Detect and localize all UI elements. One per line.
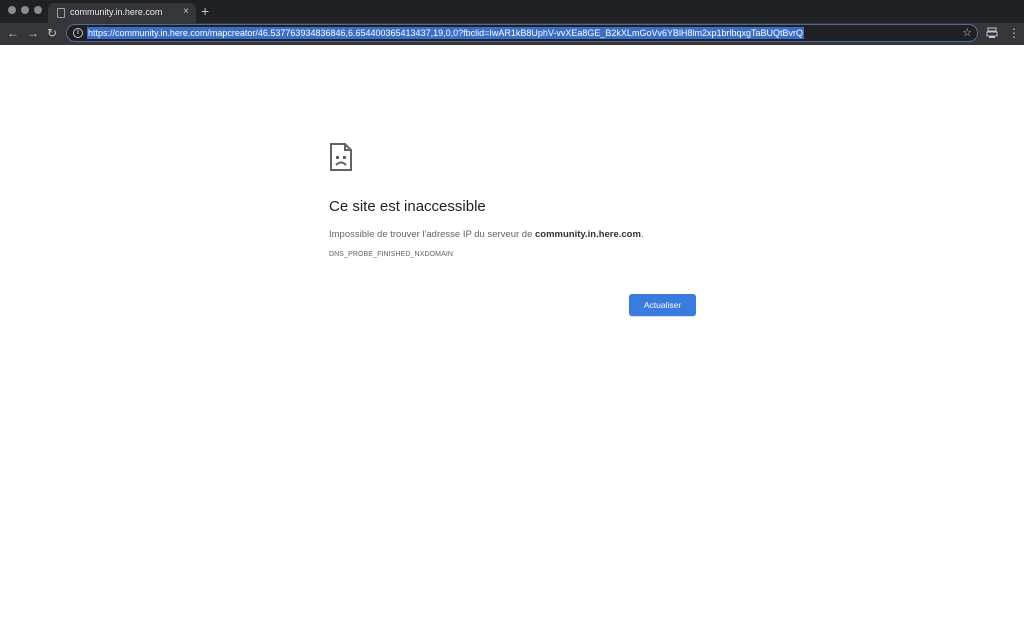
error-code[interactable]: DNS_PROBE_FINISHED_NXDOMAIN xyxy=(329,251,453,258)
bookmark-star-icon[interactable]: ☆ xyxy=(962,26,972,40)
page-icon xyxy=(57,8,65,18)
info-icon[interactable]: i xyxy=(73,28,83,38)
tab-title: community.in.here.com xyxy=(70,7,163,17)
zoom-window-button[interactable] xyxy=(34,6,42,14)
error-description-text: Impossible de trouver l'adresse IP du se… xyxy=(329,229,535,240)
new-tab-button[interactable]: + xyxy=(201,3,209,19)
reload-page-button[interactable]: Actualiser xyxy=(629,294,696,316)
error-description: Impossible de trouver l'adresse IP du se… xyxy=(329,229,644,240)
error-description-end: . xyxy=(640,229,644,240)
browser-chrome: community.in.here.com × + ← → ↻ i https:… xyxy=(0,0,1024,45)
back-button[interactable]: ← xyxy=(6,26,20,40)
extension-icon[interactable] xyxy=(986,27,998,39)
tab-close-icon[interactable]: × xyxy=(183,6,189,18)
active-tab[interactable]: community.in.here.com × xyxy=(48,3,196,23)
url-text[interactable]: https://community.in.here.com/mapcreator… xyxy=(87,27,805,39)
sad-page-icon xyxy=(330,143,352,171)
close-window-button[interactable] xyxy=(8,6,16,14)
reload-button[interactable]: ↻ xyxy=(45,26,59,40)
forward-button[interactable]: → xyxy=(26,26,40,40)
error-title: Ce site est inaccessible xyxy=(329,198,486,215)
error-host: community.in.here.com xyxy=(535,229,641,240)
minimize-window-button[interactable] xyxy=(21,6,29,14)
tab-strip: community.in.here.com × + xyxy=(0,0,1024,23)
browser-menu-icon[interactable]: ⋮ xyxy=(1008,26,1020,40)
address-bar[interactable]: i https://community.in.here.com/mapcreat… xyxy=(66,24,978,42)
